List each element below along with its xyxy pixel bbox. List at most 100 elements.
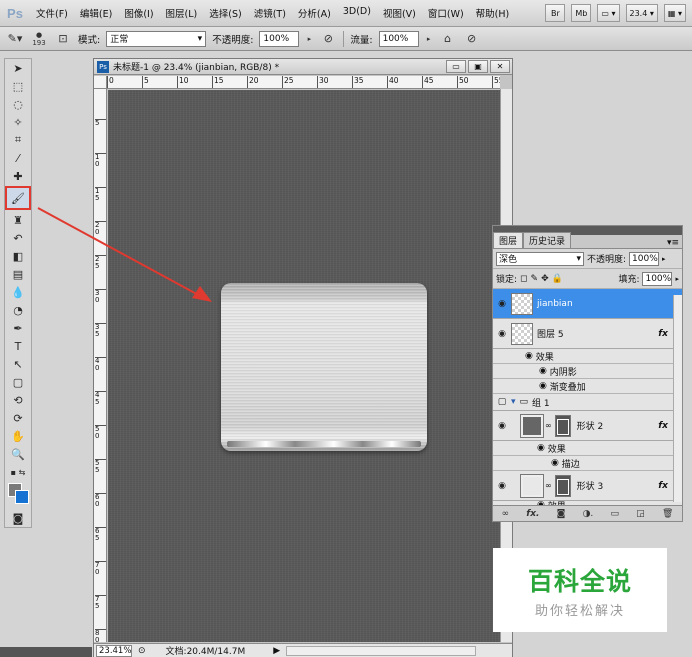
blur-tool-icon[interactable]: 💧 [5, 283, 31, 301]
effect-inner-shadow[interactable]: ◉ 内阴影 [493, 364, 682, 379]
brush-tool-icon[interactable]: 🖌 [5, 186, 31, 210]
marquee-tool-icon[interactable]: ⬚ [5, 77, 31, 95]
effect-eye-icon[interactable]: ◉ [539, 366, 550, 376]
zoom-percent-field[interactable]: 23.41% [96, 644, 132, 657]
screen-mode-icon[interactable]: ▭ ▾ [597, 4, 620, 22]
menu-analysis[interactable]: 分析(A) [292, 6, 337, 20]
menu-image[interactable]: 图像(I) [118, 6, 159, 20]
ruler-origin[interactable] [94, 76, 107, 89]
hand-tool-icon[interactable]: ✋ [5, 427, 31, 445]
effect-eye-icon[interactable]: ◉ [551, 458, 562, 468]
layout-icon[interactable]: ▦ ▾ [663, 4, 686, 22]
3d-orbit-tool-icon[interactable]: ⟳ [5, 409, 31, 427]
lock-all-icon[interactable]: 🔒 [552, 274, 563, 284]
crop-tool-icon[interactable]: ⌗ [5, 131, 31, 149]
move-tool-icon[interactable]: ➤ [5, 59, 31, 77]
tab-history[interactable]: 历史记录 [523, 232, 572, 248]
visibility-toggle-empty[interactable]: ▢ [493, 397, 511, 407]
adjustment-layer-icon[interactable]: ◑. [583, 509, 594, 519]
pressure-size-icon[interactable]: ⊘ [463, 30, 481, 48]
restore-icon[interactable]: ▣ [468, 60, 488, 73]
healing-brush-tool-icon[interactable]: ✚ [5, 167, 31, 185]
flow-slider-arrow-icon[interactable]: ▸ [425, 30, 433, 48]
fill-arrow-icon[interactable]: ▸ [675, 275, 679, 283]
eyedropper-tool-icon[interactable]: ⁄ [5, 149, 31, 167]
vertical-ruler[interactable]: 5 1 0 1 5 2 0 2 5 3 0 3 5 4 0 4 5 5 0 5 5 6 0 6 5 7 0… [94, 89, 107, 642]
delete-layer-icon[interactable]: 🗑 [662, 509, 673, 519]
new-layer-icon[interactable]: ◲ [636, 509, 645, 519]
menu-edit[interactable]: 编辑(E) [74, 6, 118, 20]
lock-transparent-icon[interactable]: ◻ [520, 274, 527, 284]
history-brush-tool-icon[interactable]: ↶ [5, 229, 31, 247]
link-layers-icon[interactable]: ∞ [502, 509, 510, 519]
document-tab[interactable]: Ps 未标题-1 @ 23.4% (jianbian, RGB/8) * ▭ ▣… [94, 59, 512, 75]
visibility-eye-icon[interactable]: ◉ [493, 481, 511, 491]
canvas[interactable] [108, 90, 500, 642]
new-group-icon[interactable]: ▭ [611, 509, 620, 519]
lock-image-icon[interactable]: ✎ [531, 274, 539, 284]
close-icon[interactable]: ✕ [490, 60, 510, 73]
menu-window[interactable]: 窗口(W) [422, 6, 470, 20]
effect-gradient-overlay[interactable]: ◉ 渐变叠加 [493, 379, 682, 394]
layer-opacity-input[interactable]: 100% [629, 251, 660, 266]
menu-help[interactable]: 帮助(H) [470, 6, 516, 20]
minimize-icon[interactable]: ▭ [446, 60, 466, 73]
zoom-level-select[interactable]: 23.4 ▾ [625, 4, 658, 22]
status-info-icon[interactable]: ⊙ [138, 646, 146, 656]
layer-row-group1[interactable]: ▢ ▾ ▭ 组 1 [493, 394, 682, 411]
effect-eye-icon[interactable]: ◉ [539, 381, 550, 391]
shape-tool-icon[interactable]: ▢ [5, 373, 31, 391]
layer-row-layer5[interactable]: ◉ 图层 5 fx [493, 319, 682, 349]
eraser-tool-icon[interactable]: ◧ [5, 247, 31, 265]
visibility-eye-icon[interactable]: ◉ [493, 299, 511, 309]
layer-row-jianbian[interactable]: ◉ jianbian [493, 289, 682, 319]
effect-eye-icon[interactable]: ◉ [537, 443, 548, 453]
layer-row-shape2[interactable]: ◉ ∞ 形状 2 fx [493, 411, 682, 441]
opacity-input[interactable]: 100% [259, 30, 300, 47]
brush-preset-icon[interactable]: ✎▾ [6, 30, 24, 48]
bridge-button[interactable]: Br [545, 4, 566, 22]
quick-mask-icon[interactable]: ◙ [5, 509, 31, 527]
clone-stamp-tool-icon[interactable]: ♜ [5, 211, 31, 229]
menu-file[interactable]: 文件(F) [30, 6, 74, 20]
menu-filter[interactable]: 滤镜(T) [248, 6, 292, 20]
mini-bridge-button[interactable]: Mb [571, 4, 592, 22]
zoom-tool-icon[interactable]: 🔍 [5, 445, 31, 463]
lasso-tool-icon[interactable]: ◌ [5, 95, 31, 113]
3d-rotate-tool-icon[interactable]: ⟲ [5, 391, 31, 409]
swap-colors-icon[interactable]: ▪ ⇆ [5, 463, 31, 481]
panel-menu-icon[interactable]: ▾≡ [667, 238, 682, 248]
quick-select-tool-icon[interactable]: ✧ [5, 113, 31, 131]
layers-scrollbar[interactable] [673, 295, 682, 502]
path-select-tool-icon[interactable]: ↖ [5, 355, 31, 373]
horizontal-scrollbar[interactable] [286, 645, 477, 656]
background-color-swatch[interactable] [15, 490, 29, 504]
opacity-slider-arrow-icon[interactable]: ▸ [305, 30, 313, 48]
visibility-eye-icon[interactable]: ◉ [493, 329, 511, 339]
lock-position-icon[interactable]: ✥ [541, 274, 549, 284]
effect-stroke[interactable]: ◉ 描边 [493, 456, 682, 471]
airbrush-icon[interactable]: ⌂ [439, 30, 457, 48]
layer-row-shape3[interactable]: ◉ ∞ 形状 3 fx [493, 471, 682, 501]
add-style-icon[interactable]: fx. [526, 509, 539, 519]
effects-row[interactable]: ◉ 效果 [493, 349, 682, 364]
expand-triangle-icon[interactable]: ▾ [511, 397, 516, 407]
layer-blend-mode-select[interactable]: 深色 ▾ [496, 251, 584, 266]
blend-mode-select[interactable]: 正常 ▾ [106, 30, 207, 47]
menu-layer[interactable]: 图层(L) [160, 6, 204, 20]
status-menu-arrow-icon[interactable]: ▶ [273, 646, 280, 656]
menu-view[interactable]: 视图(V) [377, 6, 422, 20]
brush-panel-toggle-icon[interactable]: ⊡ [54, 30, 72, 48]
horizontal-ruler[interactable]: 0 5 10 15 20 25 30 35 40 45 50 55 [107, 76, 500, 89]
dodge-tool-icon[interactable]: ◔ [5, 301, 31, 319]
effect-eye-icon[interactable]: ◉ [525, 351, 536, 361]
pressure-opacity-icon[interactable]: ⊘ [319, 30, 337, 48]
layer-opacity-arrow-icon[interactable]: ▸ [662, 255, 666, 263]
brush-size-picker[interactable]: ● 193 [30, 30, 48, 48]
tab-layers[interactable]: 图层 [493, 232, 524, 248]
fill-input[interactable]: 100% [642, 271, 673, 286]
type-tool-icon[interactable]: T [5, 337, 31, 355]
pen-tool-icon[interactable]: ✒ [5, 319, 31, 337]
effects-row[interactable]: ◉ 效果 [493, 441, 682, 456]
visibility-eye-icon[interactable]: ◉ [493, 421, 511, 431]
